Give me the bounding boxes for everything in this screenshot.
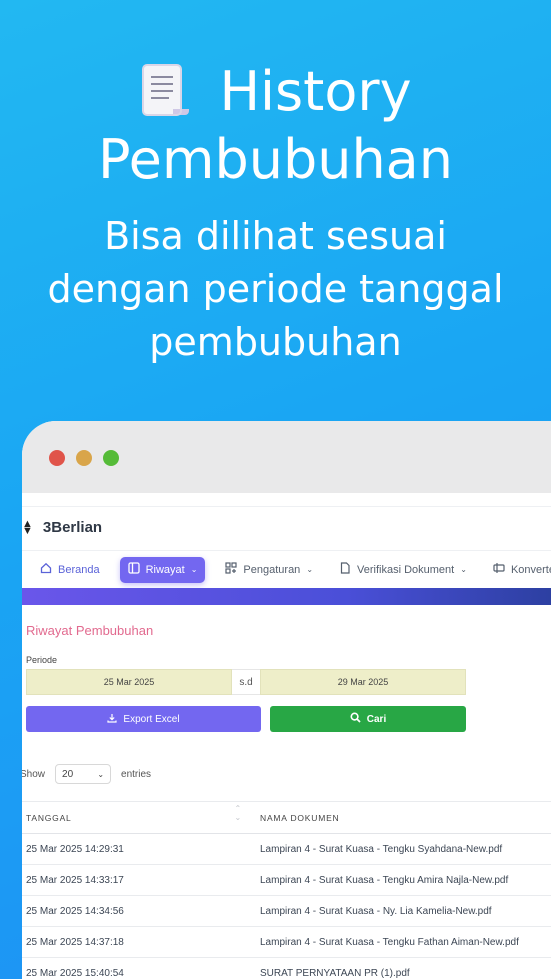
nav-label: Konverter (510, 563, 551, 576)
app-header: ▲ ▼ 3Berlian (22, 506, 551, 550)
search-icon (350, 712, 361, 726)
cell-nama-dokumen: Lampiran 4 - Surat Kuasa - Tengku Amira … (260, 874, 509, 886)
sort-arrows-icon: ▲ ▼ (22, 517, 33, 537)
cell-nama-dokumen: Lampiran 4 - Surat Kuasa - Tengku Fathan… (260, 936, 519, 948)
cell-tanggal: 25 Mar 2025 14:33:17 (26, 874, 124, 886)
layout-icon (127, 562, 140, 577)
nav-item-pengaturan[interactable]: Pengaturan ⌄ (219, 557, 319, 583)
period-label: Periode (26, 655, 58, 665)
hero-title-row: History (0, 60, 551, 124)
column-header-nama-dokumen[interactable]: NAMA DOKUMEN (260, 813, 551, 823)
date-from-input[interactable]: 25 Mar 2025 (26, 669, 232, 695)
nav-item-beranda[interactable]: Beranda (34, 557, 106, 583)
home-icon (40, 562, 52, 577)
show-label: Show (22, 768, 46, 780)
header-banner (22, 588, 551, 605)
cell-nama-dokumen: Lampiran 4 - Surat Kuasa - Ny. Lia Kamel… (260, 905, 492, 917)
nav-item-verifikasi[interactable]: Verifikasi Dokument ⌄ (333, 557, 473, 583)
convert-icon (493, 562, 505, 577)
hero-subtitle-line: Bisa dilihat sesuai (104, 214, 447, 258)
chevron-down-icon: ⌄ (460, 565, 467, 574)
hero-title-line2: Pembubuhan (97, 128, 453, 191)
nav-label: Pengaturan (243, 563, 301, 576)
chevron-down-icon: ⌄ (190, 565, 198, 574)
search-button[interactable]: Cari (270, 706, 466, 732)
cell-tanggal: 25 Mar 2025 14:37:18 (26, 936, 124, 948)
nav-label: Beranda (58, 563, 100, 576)
table-row[interactable]: 25 Mar 2025 14:34:56 Lampiran 4 - Surat … (22, 896, 551, 927)
chevron-down-icon: ⌄ (306, 565, 314, 574)
entries-select[interactable]: 20 ⌄ (55, 764, 112, 784)
history-table: TANGGAL ⌃ ⌄ NAMA DOKUMEN 25 Mar 2025 14:2… (22, 801, 551, 979)
download-icon (107, 713, 118, 726)
table-row[interactable]: 25 Mar 2025 14:37:18 Lampiran 4 - Surat … (22, 927, 551, 958)
export-label: Export Excel (123, 713, 180, 725)
table-row[interactable]: 25 Mar 2025 14:33:17 Lampiran 4 - Surat … (22, 865, 551, 896)
apps-icon (225, 562, 238, 577)
nav-label: Verifikasi Dokument (357, 563, 455, 576)
action-buttons: Export Excel Cari (26, 706, 466, 732)
search-label: Cari (366, 713, 387, 725)
sort-icon[interactable]: ⌃ ⌄ (234, 804, 242, 822)
cell-nama-dokumen: Lampiran 4 - Surat Kuasa - Tengku Syahda… (260, 843, 503, 855)
brand-name: 3Berlian (42, 519, 103, 536)
chevron-down-icon: ⌄ (97, 769, 105, 779)
date-to-input[interactable]: 29 Mar 2025 (260, 669, 466, 695)
date-separator: s.d (232, 669, 260, 695)
cell-tanggal: 25 Mar 2025 15:40:54 (26, 967, 124, 979)
table-row[interactable]: 25 Mar 2025 14:29:31 Lampiran 4 - Surat … (22, 834, 551, 865)
window-titlebar (22, 421, 551, 493)
nav-item-riwayat[interactable]: Riwayat ⌄ (119, 556, 206, 583)
cell-tanggal: 25 Mar 2025 14:34:56 (26, 905, 124, 917)
document-scroll-icon (139, 63, 191, 121)
nav-label: Riwayat (145, 563, 185, 576)
entries-value: 20 (62, 768, 74, 780)
column-header-tanggal[interactable]: TANGGAL ⌃ ⌄ (22, 804, 260, 823)
file-icon (339, 562, 351, 577)
page-title: Riwayat Pembubuhan (26, 623, 154, 638)
hero-title-line1: History (219, 60, 412, 123)
main-nav: Beranda Riwayat ⌄ Pengaturan ⌄ Verifikas… (22, 550, 551, 588)
column-label: TANGGAL (26, 812, 72, 823)
entries-control: Show 20 ⌄ entries (22, 764, 151, 784)
hero-subtitle-line: pembubuhan (149, 320, 402, 364)
nav-item-konverter[interactable]: Konverter (487, 557, 551, 583)
date-range: 25 Mar 2025 s.d 29 Mar 2025 (26, 669, 466, 695)
minimize-window-dot[interactable] (76, 450, 92, 466)
brand[interactable]: ▲ ▼ 3Berlian (22, 517, 103, 537)
table-header: TANGGAL ⌃ ⌄ NAMA DOKUMEN (22, 801, 551, 834)
hero-subtitle: Bisa dilihat sesuai dengan periode tangg… (0, 210, 551, 369)
hero-subtitle-line: dengan periode tanggal (47, 267, 504, 311)
entries-label: entries (121, 768, 152, 780)
maximize-window-dot[interactable] (103, 450, 119, 466)
table-row[interactable]: 25 Mar 2025 15:40:54 SURAT PERNYATAAN PR… (22, 958, 551, 979)
export-excel-button[interactable]: Export Excel (26, 706, 261, 732)
close-window-dot[interactable] (49, 450, 65, 466)
app-window: ▲ ▼ 3Berlian Beranda Riwayat ⌄ Pengaturan… (22, 421, 551, 979)
cell-nama-dokumen: SURAT PERNYATAAN PR (1).pdf (260, 967, 410, 979)
cell-tanggal: 25 Mar 2025 14:29:31 (26, 843, 124, 855)
